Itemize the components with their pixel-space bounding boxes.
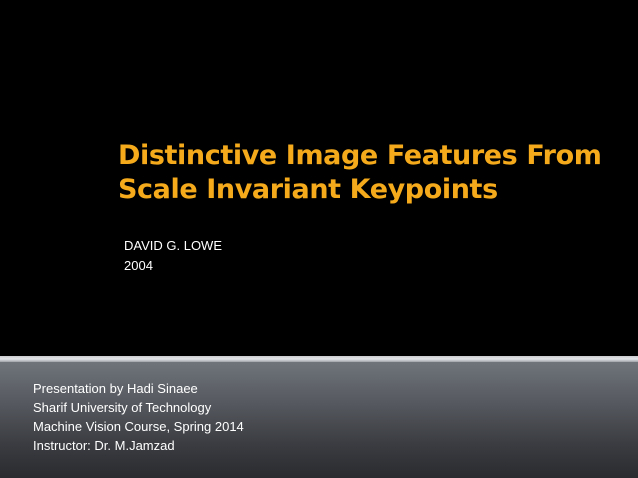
slide-title: Distinctive Image Features From Scale In…: [118, 139, 618, 207]
slide: Distinctive Image Features From Scale In…: [0, 0, 638, 478]
author-name: DAVID G. LOWE: [124, 238, 222, 253]
presenter-line: Presentation by Hadi Sinaee: [33, 381, 198, 396]
title-line-1: Distinctive Image Features From: [118, 140, 602, 171]
university-line: Sharif University of Technology: [33, 400, 212, 415]
footer-panel: Presentation by Hadi Sinaee Sharif Unive…: [0, 362, 638, 478]
publication-year: 2004: [124, 258, 153, 273]
instructor-line: Instructor: Dr. M.Jamzad: [33, 438, 175, 453]
title-line-2: Scale Invariant Keypoints: [118, 174, 498, 205]
course-line: Machine Vision Course, Spring 2014: [33, 419, 244, 434]
slide-subtitle: DAVID G. LOWE 2004: [124, 236, 424, 276]
presenter-info: Presentation by Hadi Sinaee Sharif Unive…: [33, 379, 533, 455]
